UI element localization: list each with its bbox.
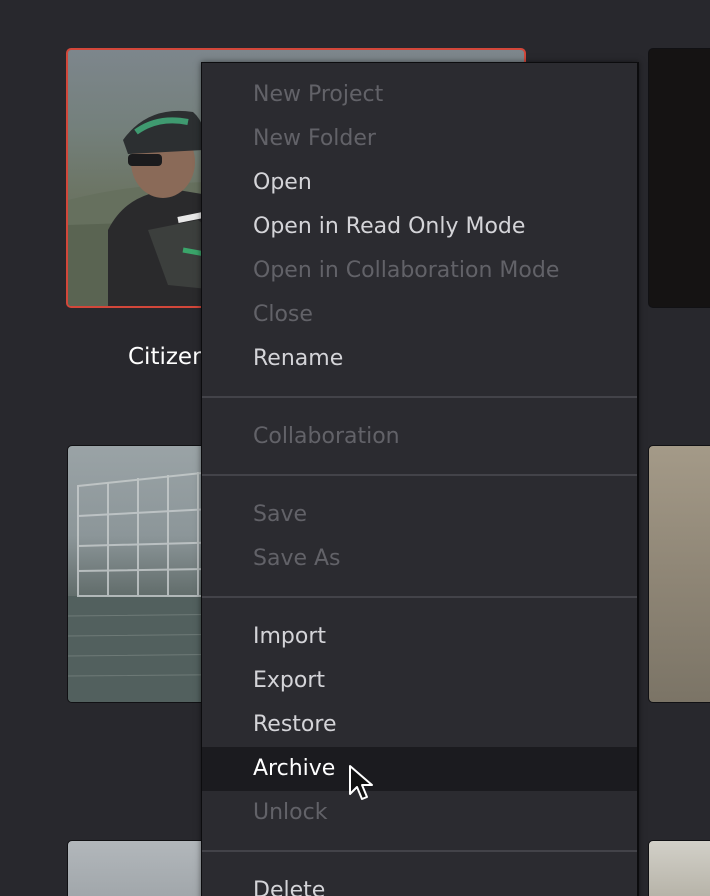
menu-item-open-collaboration: Open in Collaboration Mode (253, 258, 560, 283)
project-thumbnail[interactable] (648, 48, 710, 308)
menu-item-archive[interactable]: Archive (202, 747, 637, 791)
menu-item-import[interactable]: Import (202, 615, 637, 659)
project-thumbnail[interactable] (648, 445, 710, 703)
menu-item-delete[interactable]: Delete (202, 869, 637, 896)
menu-item-collaboration: Collaboration (253, 424, 400, 449)
project-name-label: Citizen (128, 344, 207, 370)
arrow-pointer-icon (349, 765, 373, 800)
menu-separator (202, 396, 637, 398)
menu-item-unlock: Unlock (253, 800, 328, 825)
menu-item-save-as: Save As (253, 546, 341, 571)
menu-item-open[interactable]: Open (202, 161, 637, 205)
menu-item-save: Save (253, 502, 308, 527)
menu-separator (202, 474, 637, 476)
menu-item-open-read-only[interactable]: Open in Read Only Mode (202, 205, 637, 249)
menu-separator (202, 596, 637, 598)
project-manager: Citizen New Project New Folder Open Open… (0, 0, 710, 896)
menu-item-close: Close (253, 302, 313, 327)
menu-separator (202, 850, 637, 852)
menu-item-rename[interactable]: Rename (202, 337, 637, 381)
context-menu: New Project New Folder Open Open in Read… (201, 62, 639, 896)
menu-item-export[interactable]: Export (202, 659, 637, 703)
menu-item-restore[interactable]: Restore (202, 703, 637, 747)
menu-item-new-folder: New Folder (253, 126, 376, 151)
menu-item-new-project: New Project (253, 82, 384, 107)
project-thumbnail[interactable] (648, 840, 710, 896)
